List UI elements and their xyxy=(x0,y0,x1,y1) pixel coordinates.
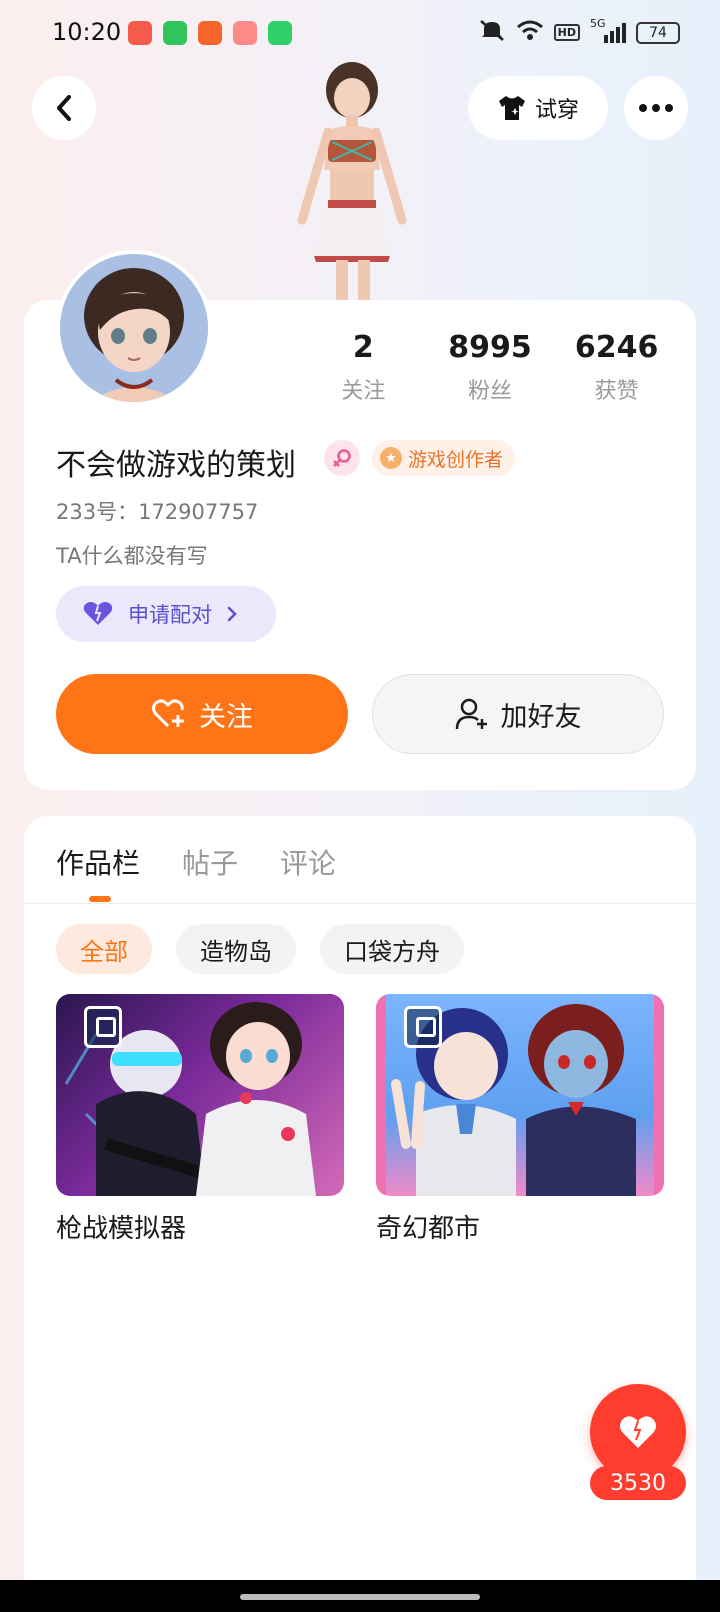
work-card[interactable]: 奇幻都市 xyxy=(376,994,664,1245)
more-icon xyxy=(639,104,647,112)
filter-chips: 全部 造物岛 口袋方舟 xyxy=(56,924,464,974)
try-on-label: 试穿 xyxy=(534,98,579,123)
add-user-icon xyxy=(455,698,487,730)
work-card[interactable]: 枪战模拟器 xyxy=(56,994,344,1245)
add-friend-label: 加好友 xyxy=(500,701,582,733)
pocket-ark-logo-icon xyxy=(84,1006,122,1048)
work-thumbnail[interactable] xyxy=(376,994,664,1196)
heart-icon xyxy=(83,602,113,625)
character-3d-model xyxy=(282,60,442,300)
female-gender-icon xyxy=(324,440,360,476)
stat-following[interactable]: 2 关注 xyxy=(300,330,427,405)
stat-label: 获赞 xyxy=(594,379,639,404)
bio-text: TA什么都没有写 xyxy=(56,544,208,568)
stat-followers[interactable]: 8995 粉丝 xyxy=(427,330,554,405)
heart-icon xyxy=(620,1416,656,1448)
game-app-icon xyxy=(233,21,257,45)
network-type: 5G xyxy=(590,16,606,30)
tab-comments[interactable]: 评论 xyxy=(280,842,336,882)
add-friend-button[interactable]: 加好友 xyxy=(372,674,664,754)
wifi-icon xyxy=(516,19,544,46)
nickname: 不会做游戏的策划 xyxy=(56,448,296,483)
work-title: 奇幻都市 xyxy=(376,1214,481,1244)
mute-icon xyxy=(478,18,506,47)
store-app-icon xyxy=(268,21,292,45)
stat-likes[interactable]: 6246 获赞 xyxy=(553,330,680,405)
app-notification-icon xyxy=(198,21,222,45)
more-options-button[interactable] xyxy=(624,76,688,140)
try-on-button[interactable]: 试穿 xyxy=(468,76,608,140)
pair-request-button[interactable]: 申请配对 xyxy=(56,586,276,642)
chip-creation-island[interactable]: 造物岛 xyxy=(176,924,296,974)
message-app-icon xyxy=(163,21,187,45)
user-id: 233号：172907757 xyxy=(56,500,259,524)
stat-value: 6246 xyxy=(574,330,659,365)
chevron-right-icon xyxy=(227,606,237,622)
profile-stats: 2 关注 8995 粉丝 6246 获赞 xyxy=(300,330,680,405)
stat-label: 粉丝 xyxy=(468,379,513,404)
content-tabs: 作品栏 帖子 评论 xyxy=(56,842,336,882)
status-time: 10:20 xyxy=(52,18,122,46)
stat-value: 2 xyxy=(352,330,374,365)
pocket-ark-logo-icon xyxy=(404,1006,442,1048)
tab-works[interactable]: 作品栏 xyxy=(56,842,140,882)
creator-badge-label: 游戏创作者 xyxy=(408,448,504,471)
star-icon: ★ xyxy=(380,447,402,469)
back-arrow-icon xyxy=(57,95,71,121)
pair-request-label: 申请配对 xyxy=(128,603,212,627)
avatar[interactable] xyxy=(56,250,212,406)
heart-plus-icon xyxy=(152,699,184,728)
hd-icon: HD xyxy=(553,24,580,41)
like-count: 3530 xyxy=(590,1466,686,1500)
creator-badge: ★ 游戏创作者 xyxy=(372,440,516,476)
signal-icon: 5G xyxy=(590,17,626,43)
stat-label: 关注 xyxy=(341,379,386,404)
tab-posts[interactable]: 帖子 xyxy=(182,842,238,882)
divider xyxy=(24,903,696,904)
back-button[interactable] xyxy=(32,76,96,140)
battery-icon: 74 xyxy=(636,21,680,44)
follow-button[interactable]: 关注 xyxy=(56,674,348,754)
stat-value: 8995 xyxy=(448,330,532,365)
tshirt-icon xyxy=(498,96,525,120)
work-thumbnail[interactable] xyxy=(56,994,344,1196)
status-bar: 10:20 HD 5G 74 xyxy=(0,0,720,66)
app-notification-icon xyxy=(128,21,152,45)
home-indicator[interactable] xyxy=(240,1594,480,1600)
chip-all[interactable]: 全部 xyxy=(56,924,152,974)
follow-label: 关注 xyxy=(199,701,253,733)
active-tab-indicator xyxy=(89,896,111,902)
chip-pocket-ark[interactable]: 口袋方舟 xyxy=(320,924,464,974)
work-title: 枪战模拟器 xyxy=(56,1214,187,1244)
